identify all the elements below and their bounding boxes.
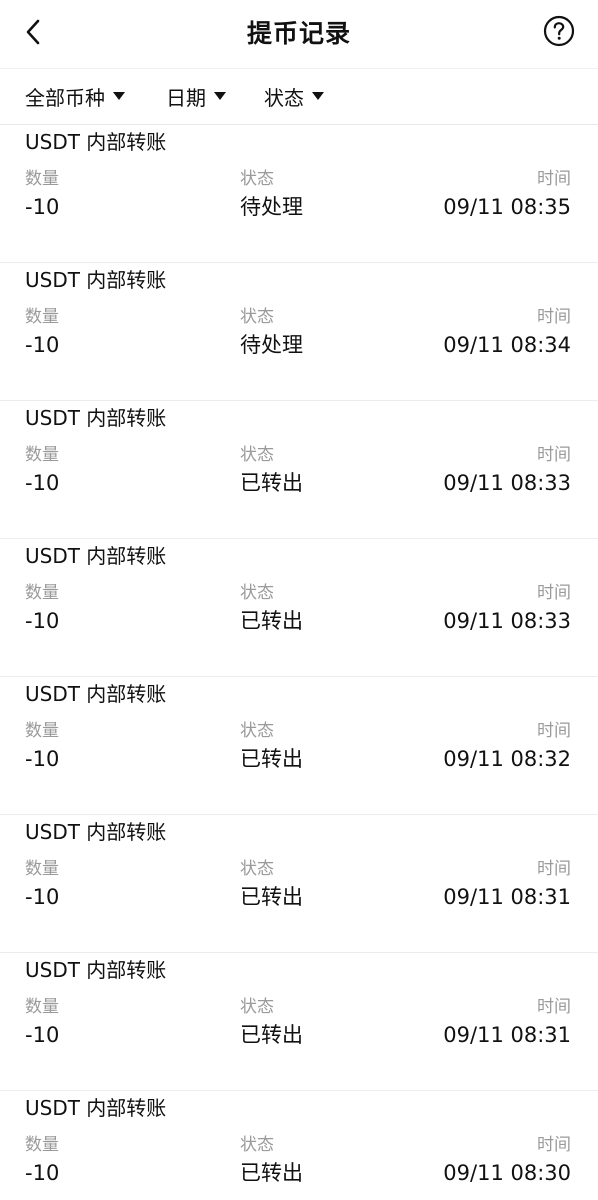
status-value: 已转出: [240, 609, 303, 633]
record-title: USDT 内部转账: [25, 406, 167, 430]
caret-down-icon: [113, 92, 125, 100]
time-label: 时间: [537, 445, 571, 465]
time-value: 09/11 08:31: [443, 1023, 571, 1047]
status-value: 已转出: [240, 885, 303, 909]
filter-status[interactable]: 状态: [264, 81, 324, 111]
time-label: 时间: [537, 307, 571, 327]
top-nav-bar: 提币记录: [0, 0, 598, 68]
status-value: 已转出: [240, 471, 303, 495]
time-value: 09/11 08:30: [443, 1161, 571, 1185]
amount-value: -10: [25, 471, 60, 495]
status-value: 已转出: [240, 747, 303, 771]
amount-value: -10: [25, 609, 60, 633]
filter-bar: 全部币种 日期 状态: [0, 68, 598, 125]
filter-currency-label: 全部币种: [25, 85, 105, 110]
time-label: 时间: [537, 997, 571, 1017]
amount-value: -10: [25, 747, 60, 771]
status-label: 状态: [240, 169, 274, 189]
time-label: 时间: [537, 721, 571, 741]
amount-value: -10: [25, 1023, 60, 1047]
time-value: 09/11 08:33: [443, 609, 571, 633]
status-label: 状态: [240, 1135, 274, 1155]
status-label: 状态: [240, 583, 274, 603]
status-value: 待处理: [240, 195, 303, 219]
amount-label: 数量: [25, 307, 59, 327]
time-label: 时间: [537, 1135, 571, 1155]
amount-label: 数量: [25, 583, 59, 603]
record-item[interactable]: USDT 内部转账 数量 状态 时间 -10 已转出 09/11 08:31: [0, 952, 598, 1091]
amount-label: 数量: [25, 169, 59, 189]
record-title: USDT 内部转账: [25, 130, 167, 154]
filter-currency[interactable]: 全部币种: [25, 81, 125, 111]
record-title: USDT 内部转账: [25, 820, 167, 844]
amount-label: 数量: [25, 721, 59, 741]
status-value: 已转出: [240, 1161, 303, 1185]
filter-date[interactable]: 日期: [166, 81, 226, 111]
question-circle-icon: [543, 15, 575, 51]
status-value: 已转出: [240, 1023, 303, 1047]
time-value: 09/11 08:35: [443, 195, 571, 219]
status-label: 状态: [240, 445, 274, 465]
record-title: USDT 内部转账: [25, 268, 167, 292]
time-value: 09/11 08:33: [443, 471, 571, 495]
amount-label: 数量: [25, 997, 59, 1017]
status-label: 状态: [240, 859, 274, 879]
time-label: 时间: [537, 169, 571, 189]
status-label: 状态: [240, 307, 274, 327]
record-item[interactable]: USDT 内部转账 数量 状态 时间 -10 已转出 09/11 08:33: [0, 538, 598, 677]
amount-label: 数量: [25, 445, 59, 465]
record-item[interactable]: USDT 内部转账 数量 状态 时间 -10 已转出 09/11 08:30: [0, 1090, 598, 1200]
time-value: 09/11 08:34: [443, 333, 571, 357]
record-item[interactable]: USDT 内部转账 数量 状态 时间 -10 已转出 09/11 08:31: [0, 814, 598, 953]
time-value: 09/11 08:32: [443, 747, 571, 771]
record-item[interactable]: USDT 内部转账 数量 状态 时间 -10 已转出 09/11 08:33: [0, 400, 598, 539]
page-title: 提币记录: [246, 19, 351, 48]
status-label: 状态: [240, 997, 274, 1017]
caret-down-icon: [312, 92, 324, 100]
record-item[interactable]: USDT 内部转账 数量 状态 时间 -10 待处理 09/11 08:35: [0, 124, 598, 263]
filter-date-label: 日期: [166, 85, 206, 110]
time-label: 时间: [537, 583, 571, 603]
amount-label: 数量: [25, 859, 59, 879]
withdrawal-record-list[interactable]: USDT 内部转账 数量 状态 时间 -10 待处理 09/11 08:35 U…: [0, 124, 598, 1200]
record-item[interactable]: USDT 内部转账 数量 状态 时间 -10 已转出 09/11 08:32: [0, 676, 598, 815]
filter-status-label: 状态: [264, 85, 304, 110]
record-title: USDT 内部转账: [25, 958, 167, 982]
help-button[interactable]: [542, 15, 576, 51]
record-title: USDT 内部转账: [25, 544, 167, 568]
amount-label: 数量: [25, 1135, 59, 1155]
record-title: USDT 内部转账: [25, 1096, 167, 1120]
caret-down-icon: [214, 92, 226, 100]
record-title: USDT 内部转账: [25, 682, 167, 706]
record-item[interactable]: USDT 内部转账 数量 状态 时间 -10 待处理 09/11 08:34: [0, 262, 598, 401]
time-value: 09/11 08:31: [443, 885, 571, 909]
amount-value: -10: [25, 1161, 60, 1185]
status-label: 状态: [240, 721, 274, 741]
amount-value: -10: [25, 333, 60, 357]
amount-value: -10: [25, 885, 60, 909]
time-label: 时间: [537, 859, 571, 879]
amount-value: -10: [25, 195, 60, 219]
status-value: 待处理: [240, 333, 303, 357]
